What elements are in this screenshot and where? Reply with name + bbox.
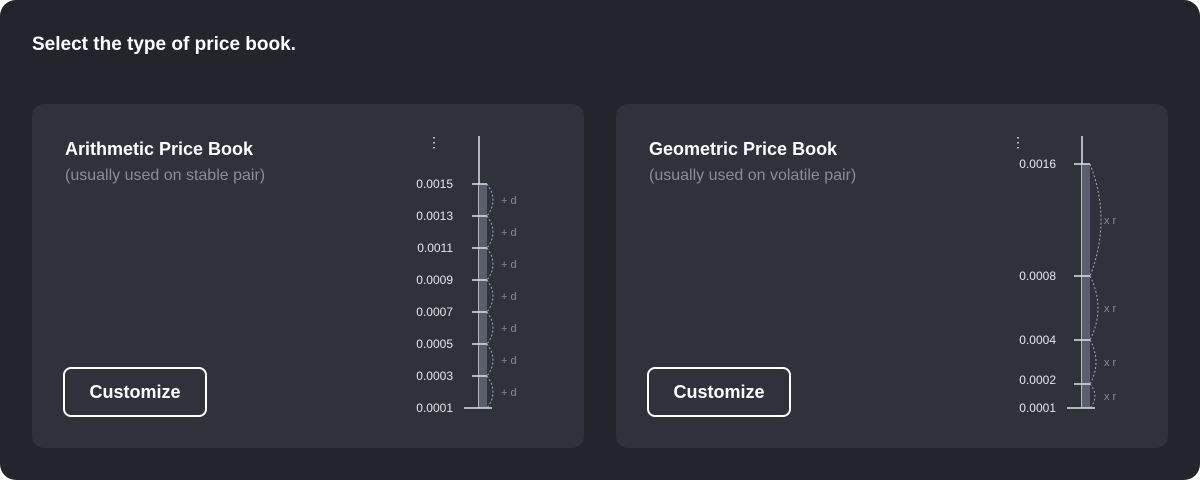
scale-tick-label: 0.0013: [416, 209, 453, 223]
price-book-selection-panel: Select the type of price book. Arithmeti…: [0, 0, 1200, 480]
step-arc: [1089, 163, 1102, 277]
step-arc: [486, 375, 494, 409]
scale-range-band: [1082, 164, 1090, 408]
customize-geometric-button[interactable]: Customize: [647, 367, 791, 417]
step-label: x r: [1104, 391, 1117, 403]
scale-tick-label: 0.0009: [416, 273, 453, 287]
arithmetic-price-book-card[interactable]: Arithmetic Price Book (usually used on s…: [32, 104, 584, 448]
page-heading: Select the type of price book.: [32, 34, 296, 55]
step-arc: [486, 247, 494, 281]
step-label: x r: [1104, 357, 1117, 369]
scale-tick-label: 0.0003: [416, 369, 453, 383]
scale-tick-label: 0.0001: [1019, 401, 1056, 415]
scale-tick-label: 0.0008: [1019, 269, 1056, 283]
scale-tick-label: 0.0001: [416, 401, 453, 415]
step-arc: [486, 311, 494, 345]
step-arc: [486, 343, 494, 377]
step-arc: [486, 279, 494, 313]
scale-tick-label: 0.0016: [1019, 157, 1056, 171]
scale-range-band: [479, 184, 487, 408]
scale-tick-label: 0.0002: [1019, 373, 1056, 387]
step-label: + d: [501, 387, 517, 399]
scale-tick-label: 0.0007: [416, 305, 453, 319]
step-label: + d: [501, 323, 517, 335]
step-label: + d: [501, 195, 517, 207]
scale-tick-label: 0.0005: [416, 337, 453, 351]
step-label: + d: [501, 227, 517, 239]
scale-tick-label: 0.0011: [417, 241, 453, 255]
scale-tick-label: 0.0015: [416, 177, 453, 191]
geometric-price-book-card[interactable]: Geometric Price Book (usually used on vo…: [616, 104, 1168, 448]
step-label: x r: [1104, 215, 1117, 227]
step-arc: [1089, 339, 1097, 385]
step-label: + d: [501, 291, 517, 303]
step-label: + d: [501, 355, 517, 367]
scale-tick-label: 0.0004: [1019, 333, 1056, 347]
step-arc: [1089, 383, 1096, 409]
step-label: x r: [1104, 303, 1117, 315]
step-label: + d: [501, 259, 517, 271]
step-arc: [486, 215, 494, 249]
step-arc: [1089, 275, 1099, 341]
step-arc: [486, 183, 494, 217]
customize-arithmetic-button[interactable]: Customize: [63, 367, 207, 417]
